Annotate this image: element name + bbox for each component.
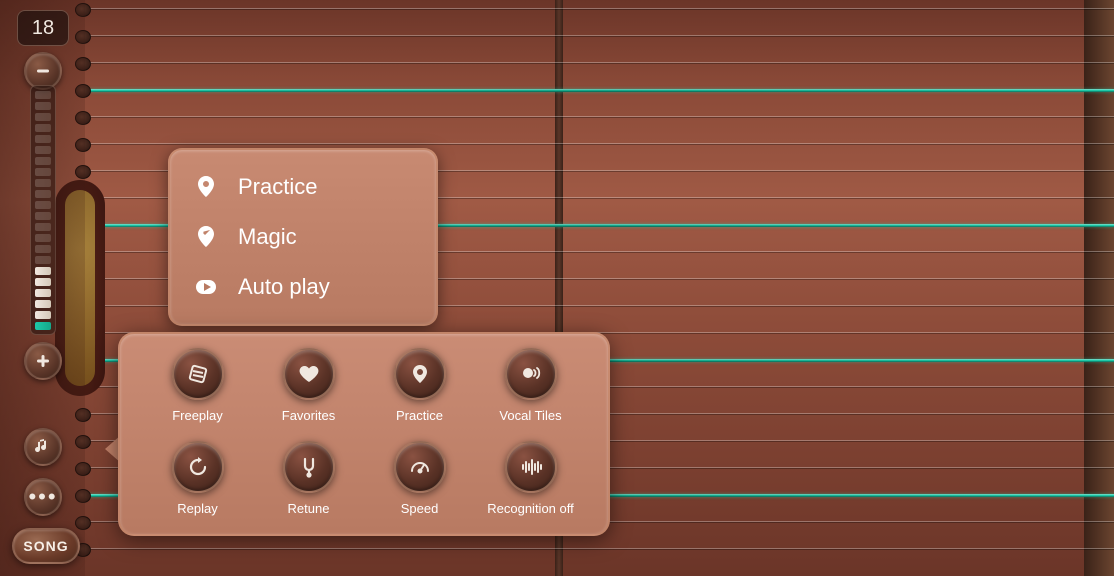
voice-icon (519, 362, 543, 386)
volume-segment (35, 102, 51, 110)
string-counter: 18 (17, 10, 69, 46)
volume-segment (35, 278, 51, 286)
mode-menu: Practice Magic Auto play (168, 148, 438, 326)
volume-slider[interactable] (30, 85, 56, 335)
vocal-tiles-button[interactable]: Vocal Tiles (475, 348, 586, 423)
volume-segment (35, 168, 51, 176)
gauge-icon (408, 455, 432, 479)
string[interactable] (85, 62, 1114, 64)
volume-segment (35, 322, 51, 330)
more-options-button[interactable]: ••• (24, 478, 62, 516)
volume-segment (35, 91, 51, 99)
play-icon (192, 273, 220, 301)
action-label: Replay (177, 501, 217, 516)
action-label: Practice (396, 408, 443, 423)
tuning-fork-icon (297, 455, 321, 479)
volume-segment (35, 289, 51, 297)
volume-segment (35, 201, 51, 209)
heart-icon (297, 362, 321, 386)
string[interactable] (85, 116, 1114, 118)
volume-segment (35, 157, 51, 165)
volume-segment (35, 179, 51, 187)
menu-item-magic[interactable]: Magic (188, 212, 418, 262)
string[interactable] (85, 89, 1114, 92)
action-label: Vocal Tiles (499, 408, 561, 423)
volume-segment (35, 300, 51, 308)
volume-segment (35, 267, 51, 275)
speed-button[interactable]: Speed (364, 441, 475, 516)
string[interactable] (85, 143, 1114, 145)
menu-item-autoplay[interactable]: Auto play (188, 262, 418, 312)
volume-segment (35, 146, 51, 154)
replay-icon (186, 455, 210, 479)
waveform-icon (519, 455, 543, 479)
volume-segment (35, 190, 51, 198)
volume-segment (35, 113, 51, 121)
music-library-button[interactable] (24, 428, 62, 466)
recognition-toggle-button[interactable]: Recognition off (475, 441, 586, 516)
favorites-button[interactable]: Favorites (253, 348, 364, 423)
action-label: Freeplay (172, 408, 223, 423)
volume-segment (35, 245, 51, 253)
volume-segment (35, 256, 51, 264)
volume-segment (35, 311, 51, 319)
practice-button[interactable]: Practice (364, 348, 475, 423)
retune-button[interactable]: Retune (253, 441, 364, 516)
menu-item-practice[interactable]: Practice (188, 162, 418, 212)
pick-mic-icon (192, 173, 220, 201)
string[interactable] (85, 35, 1114, 37)
song-button[interactable]: SONG (12, 528, 80, 564)
action-menu: Freeplay Favorites Practice Vocal Tiles … (118, 332, 610, 536)
action-label: Favorites (282, 408, 335, 423)
menu-label: Magic (238, 224, 297, 250)
action-label: Retune (288, 501, 330, 516)
pick-icon (408, 362, 432, 386)
string[interactable] (85, 548, 1114, 550)
menu-label: Practice (238, 174, 317, 200)
action-label: Recognition off (487, 501, 574, 516)
action-label: Speed (401, 501, 439, 516)
pick-star-icon (192, 223, 220, 251)
right-frame (1084, 0, 1114, 576)
increase-button[interactable] (24, 342, 62, 380)
menu-label: Auto play (238, 274, 330, 300)
layers-icon (186, 362, 210, 386)
volume-segment (35, 135, 51, 143)
replay-button[interactable]: Replay (142, 441, 253, 516)
volume-segment (35, 124, 51, 132)
freeplay-button[interactable]: Freeplay (142, 348, 253, 423)
volume-segment (35, 234, 51, 242)
string[interactable] (85, 8, 1114, 10)
volume-segment (35, 212, 51, 220)
volume-segment (35, 223, 51, 231)
